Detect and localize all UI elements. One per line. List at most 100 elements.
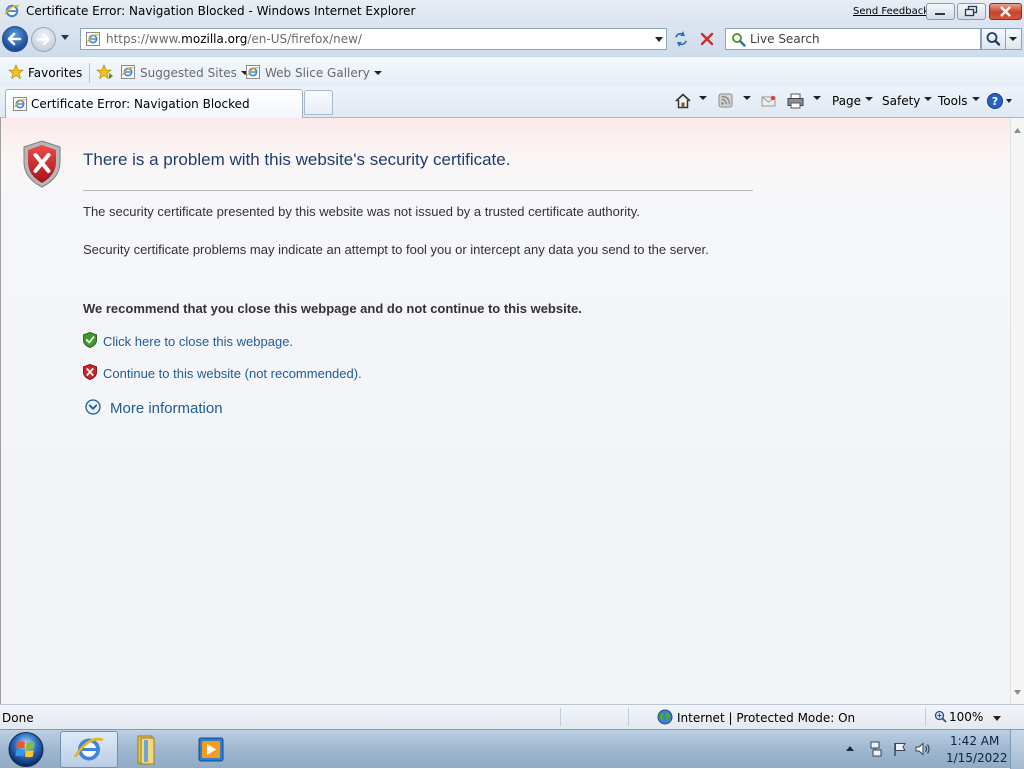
error-description: The security certificate presented by th…	[83, 204, 640, 219]
status-text: Done	[2, 711, 34, 725]
continue-row: Continue to this website (not recommende…	[83, 364, 362, 381]
tools-menu-label: Tools	[938, 94, 968, 108]
recommendation-text: We recommend that you close this webpage…	[83, 301, 582, 316]
chevron-down-icon	[865, 97, 874, 101]
home-button[interactable]	[674, 92, 694, 112]
folder-icon	[137, 735, 155, 765]
address-bar[interactable]: https://www.mozilla.org/en-US/firefox/ne…	[80, 28, 667, 50]
zoom-level[interactable]: 100%	[934, 710, 983, 724]
search-button[interactable]	[981, 28, 1006, 50]
tab-label: Certificate Error: Navigation Blocked	[31, 97, 250, 111]
web-slice-gallery-button[interactable]: Web Slice Gallery	[245, 64, 382, 80]
home-icon	[675, 93, 691, 109]
action-center-flag-icon[interactable]	[892, 741, 908, 757]
taskbar-windows-explorer[interactable]	[120, 731, 178, 768]
taskbar: 1:42 AM 1/15/2022	[0, 729, 1024, 769]
address-dropdown-icon[interactable]	[655, 37, 663, 42]
continue-to-website-link[interactable]: Continue to this website (not recommende…	[103, 366, 362, 381]
close-webpage-row: Click here to close this webpage.	[83, 332, 293, 349]
chevron-down-icon	[971, 97, 980, 101]
globe-icon	[657, 709, 673, 725]
suggested-sites-button[interactable]: Suggested Sites	[120, 64, 249, 80]
chevron-down-icon	[373, 71, 382, 75]
search-box[interactable]	[725, 28, 981, 50]
close-webpage-link[interactable]: Click here to close this webpage.	[103, 334, 293, 349]
print-dropdown-icon[interactable]	[813, 96, 821, 100]
help-button[interactable]: ?	[986, 92, 1014, 112]
feeds-dropdown-icon[interactable]	[743, 96, 751, 100]
vertical-scrollbar[interactable]	[1010, 118, 1024, 704]
address-url[interactable]: https://www.mozilla.org/en-US/firefox/ne…	[106, 32, 362, 46]
search-input[interactable]	[748, 30, 976, 48]
search-options-dropdown[interactable]	[1006, 28, 1022, 50]
favorites-button[interactable]: Favorites	[8, 64, 82, 80]
mail-icon	[761, 95, 776, 107]
forward-arrow-icon	[36, 33, 50, 46]
windows-logo-icon	[8, 732, 44, 767]
printer-icon	[787, 93, 804, 109]
ie-logo-icon	[4, 3, 20, 19]
print-button[interactable]	[786, 92, 806, 112]
green-shield-icon	[83, 332, 97, 348]
window-title: Certificate Error: Navigation Blocked - …	[26, 4, 416, 18]
send-feedback-link[interactable]: Send Feedback	[853, 6, 929, 17]
error-warning: Security certificate problems may indica…	[83, 242, 709, 257]
toolbar-separator	[89, 63, 90, 83]
zoom-label: 100%	[949, 710, 984, 724]
command-bar: Certificate Error: Navigation Blocked Pa…	[0, 87, 1024, 118]
clock-date[interactable]: 1/15/2022	[946, 751, 1008, 765]
help-icon: ?	[987, 93, 1012, 109]
network-icon[interactable]	[868, 741, 884, 757]
read-mail-button[interactable]	[760, 92, 778, 112]
back-button[interactable]	[2, 26, 28, 52]
add-to-favorites-bar-button[interactable]	[96, 64, 114, 80]
status-separator	[628, 708, 629, 726]
taskbar-windows-media-player[interactable]	[182, 731, 240, 768]
expand-circle-icon	[85, 399, 101, 415]
feeds-button[interactable]	[717, 92, 735, 112]
favorites-bar: Favorites Suggested Sites Web Slice Gall…	[0, 56, 1024, 87]
start-button[interactable]	[5, 731, 47, 768]
more-information-label: More information	[110, 400, 223, 417]
suggested-sites-label: Suggested Sites	[140, 66, 237, 80]
refresh-button[interactable]	[671, 29, 691, 49]
zoom-icon	[934, 710, 947, 723]
security-zone-label: Internet | Protected Mode: On	[677, 711, 856, 725]
svg-text:?: ?	[992, 95, 998, 108]
search-icon	[986, 32, 1001, 46]
security-zone[interactable]: Internet | Protected Mode: On	[657, 709, 855, 725]
scroll-down-arrow-icon[interactable]	[1014, 690, 1021, 695]
recent-pages-dropdown[interactable]	[61, 35, 69, 41]
tab-certificate-error[interactable]: Certificate Error: Navigation Blocked	[5, 89, 303, 118]
minimize-button[interactable]	[926, 3, 955, 20]
volume-icon[interactable]	[914, 741, 932, 757]
stop-button[interactable]	[697, 29, 717, 49]
status-separator	[925, 708, 926, 726]
ie-page-icon	[12, 96, 28, 112]
status-separator	[560, 708, 561, 726]
home-dropdown-icon[interactable]	[699, 96, 707, 100]
tools-menu[interactable]: Tools	[938, 92, 980, 112]
taskbar-internet-explorer[interactable]	[60, 731, 118, 768]
back-arrow-icon	[7, 32, 22, 46]
more-information-toggle[interactable]: More information	[85, 399, 223, 417]
show-hidden-icons-button[interactable]	[845, 745, 855, 752]
error-title: There is a problem with this website's s…	[83, 150, 511, 169]
ie-page-icon	[121, 65, 135, 79]
forward-button[interactable]	[31, 27, 56, 52]
page-menu-label: Page	[832, 94, 862, 108]
live-search-icon	[730, 31, 746, 47]
media-player-icon	[198, 737, 224, 762]
star-icon	[8, 64, 24, 80]
safety-menu[interactable]: Safety	[882, 92, 933, 112]
ie-page-icon	[85, 31, 101, 47]
close-button[interactable]	[989, 3, 1022, 20]
clock-time[interactable]: 1:42 AM	[950, 734, 999, 748]
scroll-up-arrow-icon[interactable]	[1014, 128, 1021, 133]
page-content: There is a problem with this website's s…	[0, 118, 1010, 704]
zoom-dropdown-icon[interactable]	[993, 716, 1001, 721]
restore-button[interactable]	[957, 3, 986, 20]
new-tab-button[interactable]	[304, 90, 333, 115]
show-desktop-button[interactable]	[1010, 730, 1024, 769]
page-menu[interactable]: Page	[832, 92, 874, 112]
